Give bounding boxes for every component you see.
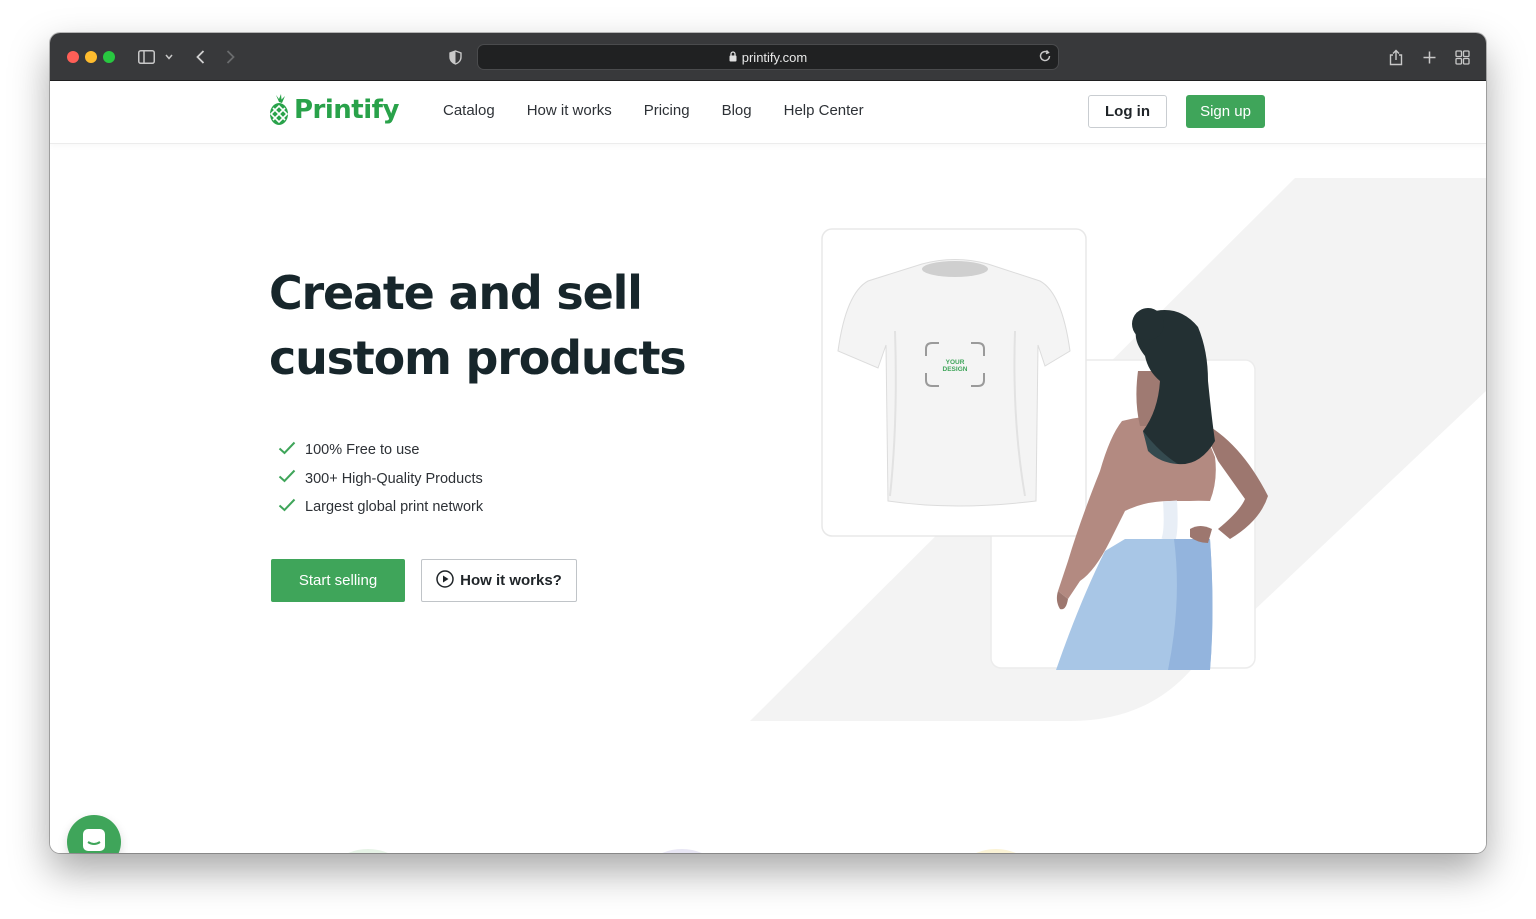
picture-frame-icon (944, 849, 1048, 853)
nav-catalog[interactable]: Catalog (443, 102, 495, 119)
main-nav: Catalog How it works Pricing Blog Help C… (443, 102, 896, 119)
start-selling-button[interactable]: Start selling (271, 559, 405, 602)
forward-arrow-icon[interactable] (222, 45, 238, 69)
sidebar-icon[interactable] (136, 45, 156, 69)
play-circle-icon (436, 569, 454, 592)
hand-coin-icon (316, 849, 420, 853)
logo-text: Printify (294, 95, 399, 125)
feature-item: Largest global print network (278, 493, 483, 522)
zoom-window-button[interactable] (103, 51, 115, 63)
page-content: Printify Catalog How it works Pricing Bl… (50, 81, 1486, 853)
check-icon (278, 441, 298, 460)
feature-circle-launch (630, 849, 734, 853)
feature-text: Largest global print network (305, 499, 484, 516)
feature-list: 100% Free to use 300+ High-Quality Produ… (278, 436, 483, 522)
hero-illustration: YOUR DESIGN (821, 228, 1268, 670)
share-icon[interactable] (1387, 45, 1405, 69)
pineapple-logo-icon (269, 94, 289, 125)
nav-blog[interactable]: Blog (722, 102, 752, 119)
feature-text: 300+ High-Quality Products (305, 470, 483, 487)
hero-title: Create and sell custom products (269, 261, 749, 391)
how-it-works-label: How it works? (460, 572, 562, 589)
nav-help-center[interactable]: Help Center (784, 102, 864, 119)
feature-circle-design (944, 849, 1048, 853)
tab-overview-icon[interactable] (1453, 45, 1471, 69)
browser-toolbar: printify.com (50, 33, 1486, 81)
login-button[interactable]: Log in (1088, 95, 1167, 128)
feature-text: 100% Free to use (305, 442, 420, 459)
top-navbar: Printify Catalog How it works Pricing Bl… (50, 81, 1486, 143)
your-design-label-1: YOUR (946, 359, 965, 366)
chat-launcher-button[interactable] (67, 815, 121, 853)
how-it-works-button[interactable]: How it works? (421, 559, 577, 602)
your-design-label-2: DESIGN (943, 366, 968, 373)
signup-button[interactable]: Sign up (1186, 95, 1265, 128)
check-icon (278, 469, 298, 488)
feature-circle-earn (316, 849, 420, 853)
lock-icon (729, 50, 737, 65)
chevron-down-icon[interactable] (162, 45, 176, 69)
close-window-button[interactable] (67, 51, 79, 63)
url-text: printify.com (741, 49, 808, 65)
chat-icon (81, 827, 107, 854)
feature-item: 300+ High-Quality Products (278, 465, 483, 494)
check-icon (278, 498, 298, 517)
rocket-icon (630, 849, 734, 853)
hero-title-line-2: custom products (269, 331, 687, 385)
address-bar[interactable]: printify.com (477, 44, 1059, 70)
browser-window: printify.com Printify Catalog How it wor… (50, 33, 1486, 853)
nav-pricing[interactable]: Pricing (644, 102, 690, 119)
nav-how-it-works[interactable]: How it works (527, 102, 612, 119)
back-arrow-icon[interactable] (192, 45, 208, 69)
minimize-window-button[interactable] (85, 51, 97, 63)
hero-title-line-1: Create and sell (269, 266, 643, 320)
reload-icon[interactable] (1038, 49, 1052, 66)
new-tab-icon[interactable] (1420, 45, 1438, 69)
printify-logo[interactable]: Printify (267, 94, 399, 126)
privacy-shield-icon[interactable] (447, 45, 463, 69)
feature-item: 100% Free to use (278, 436, 483, 465)
